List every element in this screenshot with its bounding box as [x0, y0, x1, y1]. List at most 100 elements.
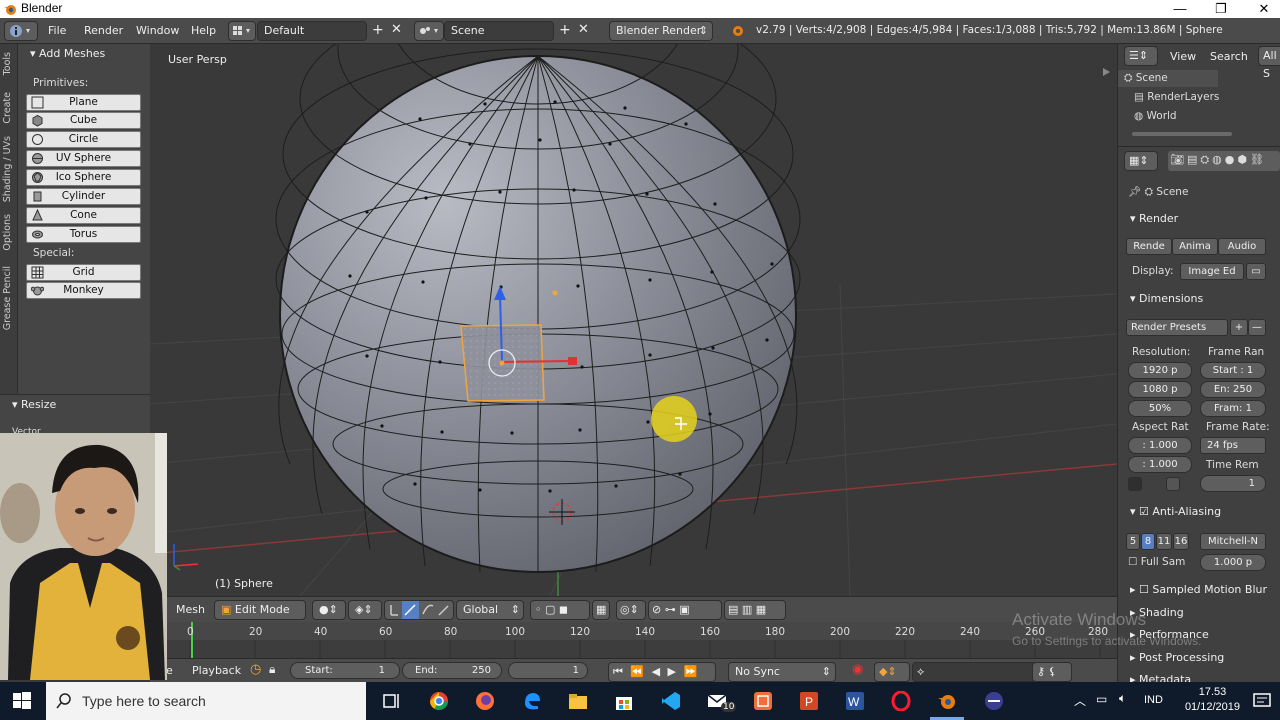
audio-button[interactable]: Audio: [1218, 238, 1266, 255]
tab-options[interactable]: Options: [2, 214, 13, 251]
menu-mesh[interactable]: Mesh: [176, 603, 205, 616]
powerpoint-icon[interactable]: P: [799, 691, 819, 711]
clock-icon[interactable]: ◷: [250, 662, 261, 677]
keyframe-type-selector[interactable]: ◆⇕: [874, 662, 910, 682]
close-button[interactable]: ✕: [1244, 0, 1280, 18]
outliner-editor-type[interactable]: ☰⇕: [1124, 46, 1158, 66]
insert-keyframe-buttons[interactable]: ⚷ ⚸: [1032, 662, 1072, 682]
add-torus-button[interactable]: Torus: [26, 226, 141, 243]
aa-samples-16[interactable]: 16: [1173, 533, 1189, 550]
viewport-shading-selector[interactable]: ●⇕: [312, 600, 346, 620]
frame-end-field[interactable]: En: 250: [1200, 381, 1266, 398]
add-monkey-button[interactable]: Monkey: [26, 282, 141, 299]
taskbar-search-box[interactable]: Type here to search: [46, 682, 366, 720]
time-remap-field[interactable]: 1: [1200, 475, 1266, 492]
animation-button[interactable]: Anima: [1172, 238, 1218, 255]
proportional-edit-button[interactable]: ◎⇕: [616, 600, 646, 620]
tab-grease-pencil[interactable]: Grease Pencil: [2, 266, 13, 330]
tab-shading-uvs[interactable]: Shading / UVs: [2, 136, 13, 202]
editor-type-info-button[interactable]: [4, 21, 38, 41]
tab-tools[interactable]: Tools: [2, 52, 13, 75]
chrome-icon[interactable]: [429, 691, 449, 711]
add-cube-button[interactable]: Cube: [26, 112, 141, 129]
full-sample-checkbox[interactable]: ☐ Full Sam: [1128, 556, 1185, 568]
post-processing-panel[interactable]: ▸ Post Processing: [1130, 651, 1224, 664]
render-preview-group[interactable]: ▤ ▥ ▦: [724, 600, 786, 620]
anti-aliasing-panel-header[interactable]: ▾ ☑ Anti-Aliasing: [1130, 505, 1221, 518]
resolution-y-field[interactable]: 1080 p: [1128, 381, 1192, 398]
notifications-icon[interactable]: [1252, 691, 1272, 711]
store-icon[interactable]: [614, 691, 634, 711]
volume-icon[interactable]: 🔈︎: [1119, 691, 1126, 706]
opera-icon[interactable]: [891, 691, 911, 711]
grid-app-icon[interactable]: [753, 691, 773, 711]
firefox-icon[interactable]: [475, 691, 495, 711]
word-icon[interactable]: W: [845, 691, 865, 711]
windows-start-icon[interactable]: [12, 691, 32, 711]
mode-selector[interactable]: ▣ Edit Mode: [214, 600, 306, 620]
frame-start-field[interactable]: Start : 1: [1200, 362, 1266, 379]
minimize-button[interactable]: —: [1160, 0, 1200, 18]
sync-mode-selector[interactable]: No Sync ⇕: [728, 662, 836, 682]
media-app-icon[interactable]: [984, 691, 1004, 711]
outliner-display-mode[interactable]: All S: [1258, 46, 1280, 80]
blender-taskbar-icon[interactable]: [937, 691, 957, 711]
pivot-point-selector[interactable]: ◈⇕: [348, 600, 382, 620]
display-selector[interactable]: Image Ed: [1180, 263, 1244, 280]
render-panel-header[interactable]: ▾ Render: [1130, 212, 1178, 225]
render-presets-selector[interactable]: Render Presets: [1126, 319, 1228, 336]
add-cylinder-button[interactable]: Cylinder: [26, 188, 141, 205]
menu-help[interactable]: Help: [191, 24, 216, 37]
transform-orientation-selector[interactable]: Global ⇕: [456, 600, 524, 620]
render-engine-selector[interactable]: Blender Render ⇕: [609, 21, 713, 41]
outliner-item-renderlayers[interactable]: ▤ RenderLayers: [1134, 91, 1219, 103]
render-button[interactable]: Rende: [1126, 238, 1172, 255]
menu-marker-cut[interactable]: e: [166, 664, 173, 677]
snap-group[interactable]: ⊘ ⊶ ▣: [648, 600, 722, 620]
add-layout-icon[interactable]: +: [372, 22, 384, 38]
properties-editor-type[interactable]: ▦⇕: [1124, 151, 1158, 171]
outliner-scrollbar[interactable]: [1132, 132, 1232, 136]
menu-window[interactable]: Window: [136, 24, 179, 37]
resize-panel-header[interactable]: ▾ Resize: [12, 398, 56, 411]
aspect-y-field[interactable]: : 1.000: [1128, 456, 1192, 473]
add-ico-sphere-button[interactable]: Ico Sphere: [26, 169, 141, 186]
select-mode-group[interactable]: ◦ ▢ ◼: [530, 600, 590, 620]
resolution-x-field[interactable]: 1920 p: [1128, 362, 1192, 379]
outliner-menu-search[interactable]: Search: [1210, 50, 1248, 63]
maximize-button[interactable]: ❐: [1201, 0, 1241, 18]
dimensions-panel-header[interactable]: ▾ Dimensions: [1130, 292, 1203, 305]
language-indicator[interactable]: IND: [1144, 694, 1163, 706]
aa-samples-8[interactable]: 8: [1141, 533, 1155, 550]
add-grid-button[interactable]: Grid: [26, 264, 141, 281]
resolution-percentage-field[interactable]: 50%: [1128, 400, 1192, 417]
tab-create[interactable]: Create: [2, 92, 13, 124]
menu-render[interactable]: Render: [84, 24, 123, 37]
remove-scene-icon[interactable]: ✕: [578, 22, 589, 37]
aa-filter-selector[interactable]: Mitchell-N: [1200, 533, 1266, 550]
task-view-icon[interactable]: [382, 691, 402, 711]
outliner-item-scene[interactable]: ⛭ Scene: [1124, 72, 1168, 85]
limit-selection-button[interactable]: ▦: [592, 600, 610, 620]
add-circle-button[interactable]: Circle: [26, 131, 141, 148]
properties-context-tabs[interactable]: 📷︎▤⛭◍●⬢⛓: [1168, 151, 1280, 171]
aa-checkbox-icon[interactable]: ☑: [1139, 505, 1149, 518]
battery-icon[interactable]: ▭: [1096, 692, 1107, 706]
aa-samples-11[interactable]: 11: [1156, 533, 1172, 550]
layout-name-field[interactable]: Default: [257, 21, 367, 41]
taskbar-clock[interactable]: 17.53 01/12/2019: [1185, 685, 1240, 715]
timeline[interactable]: 0 20 40 60 80 100 120 140 160 180 200 22…: [150, 622, 1117, 658]
remove-layout-icon[interactable]: ✕: [391, 22, 402, 37]
remove-preset-button[interactable]: —: [1248, 319, 1266, 336]
add-scene-icon[interactable]: +: [559, 22, 571, 38]
add-cone-button[interactable]: Cone: [26, 207, 141, 224]
frame-rate-selector[interactable]: 24 fps: [1200, 437, 1266, 454]
crop-checkbox[interactable]: [1166, 477, 1180, 491]
sampled-motion-blur-panel[interactable]: ▸ ☐ Sampled Motion Blur: [1130, 583, 1267, 596]
menu-file[interactable]: File: [48, 24, 66, 37]
display-window-button[interactable]: ▭: [1246, 263, 1266, 280]
filter-size-field[interactable]: 1.000 p: [1200, 554, 1266, 571]
aa-samples-5[interactable]: 5: [1126, 533, 1140, 550]
manipulator-group[interactable]: [384, 600, 454, 620]
add-preset-button[interactable]: +: [1230, 319, 1248, 336]
